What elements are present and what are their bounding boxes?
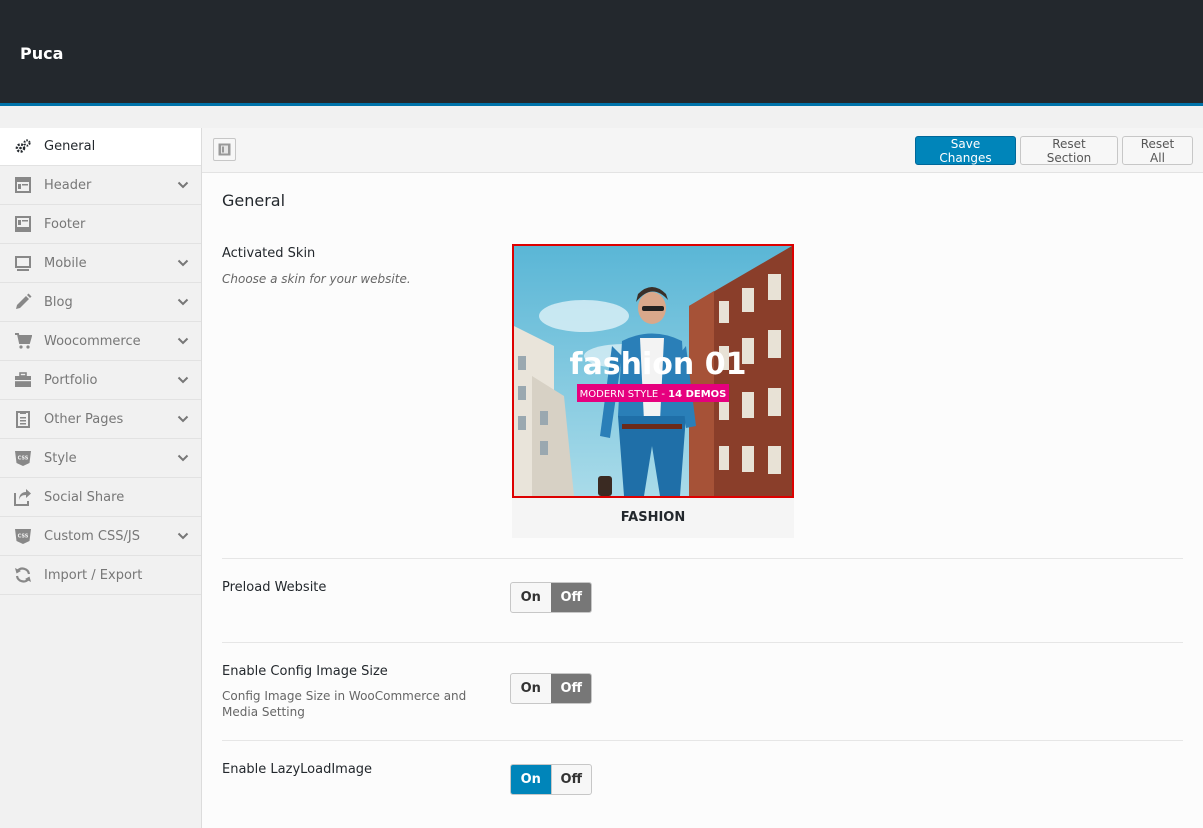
- sidebar: General Header Footer Mobile Blog Woocom…: [0, 128, 202, 828]
- skin-tag: MODERN STYLE - 14 DEMOS: [580, 389, 727, 400]
- config-image-size-description: Config Image Size in WooCommerce and Med…: [222, 689, 467, 719]
- svg-text:CSS: CSS: [18, 456, 29, 462]
- css-icon: CSS: [14, 449, 32, 467]
- css-icon: CSS: [14, 527, 32, 545]
- main-panel: Save Changes Reset Section Reset All Gen…: [202, 128, 1203, 828]
- save-button[interactable]: Save Changes: [915, 136, 1016, 165]
- sidebar-item-woocommerce[interactable]: Woocommerce: [0, 322, 201, 361]
- monitor-icon: [14, 254, 32, 272]
- skin-tag-bold: 14 DEMOS: [668, 389, 726, 400]
- activated-skin-description: Choose a skin for your website.: [222, 272, 411, 286]
- sidebar-item-label: Social Share: [44, 489, 125, 505]
- sidebar-item-portfolio[interactable]: Portfolio: [0, 361, 201, 400]
- clipboard-icon: [14, 410, 32, 428]
- divider: [222, 642, 1183, 643]
- skin-tag-prefix: MODERN STYLE -: [580, 389, 669, 400]
- share-icon: [14, 488, 32, 506]
- sidebar-item-label: Portfolio: [44, 372, 98, 388]
- sidebar-item-label: Header: [44, 177, 92, 193]
- sidebar-item-label: Import / Export: [44, 567, 143, 583]
- sidebar-item-label: Custom CSS/JS: [44, 528, 140, 544]
- divider: [222, 740, 1183, 741]
- pencil-icon: [14, 293, 32, 311]
- chevron-down-icon[interactable]: [177, 296, 189, 308]
- config-image-size-title: Enable Config Image Size: [222, 664, 388, 679]
- chevron-down-icon[interactable]: [177, 374, 189, 386]
- sidebar-item-label: Style: [44, 450, 77, 466]
- expand-options-button[interactable]: [213, 138, 236, 161]
- switch-on-option[interactable]: On: [511, 583, 551, 612]
- skin-preview-image[interactable]: fashion 01 MODERN STYLE - 14 DEMOS: [512, 244, 794, 498]
- svg-text:CSS: CSS: [18, 534, 29, 540]
- sidebar-item-general[interactable]: General: [0, 128, 201, 166]
- chevron-down-icon[interactable]: [177, 413, 189, 425]
- sidebar-item-label: Footer: [44, 216, 86, 232]
- gears-icon: [14, 138, 32, 156]
- chevron-down-icon[interactable]: [177, 530, 189, 542]
- chevron-down-icon[interactable]: [177, 179, 189, 191]
- skin-option[interactable]: fashion 01 MODERN STYLE - 14 DEMOS FASHI…: [512, 244, 794, 538]
- skin-headline: fashion 01: [570, 347, 747, 382]
- preload-website-switch[interactable]: On Off: [510, 582, 592, 613]
- briefcase-icon: [14, 371, 32, 389]
- refresh-icon: [14, 566, 32, 584]
- brand-title: Puca: [20, 44, 64, 63]
- divider: [222, 558, 1183, 559]
- preload-website-title: Preload Website: [222, 580, 327, 595]
- toolbar: Save Changes Reset Section Reset All: [202, 128, 1203, 173]
- section-title: General: [222, 191, 286, 210]
- reset-all-button[interactable]: Reset All: [1122, 136, 1193, 165]
- switch-on-option[interactable]: On: [511, 674, 551, 703]
- top-bar-accent-stripe: [0, 103, 1203, 106]
- sidebar-item-label: General: [44, 139, 96, 154]
- sidebar-item-mobile[interactable]: Mobile: [0, 244, 201, 283]
- activated-skin-title: Activated Skin: [222, 246, 316, 261]
- sidebar-item-header[interactable]: Header: [0, 166, 201, 205]
- sidebar-item-label: Other Pages: [44, 411, 124, 427]
- sidebar-item-label: Mobile: [44, 255, 87, 271]
- sidebar-item-style[interactable]: CSS Style: [0, 439, 201, 478]
- chevron-down-icon[interactable]: [177, 257, 189, 269]
- top-bar: Puca: [0, 0, 1203, 103]
- skin-name: FASHION: [620, 510, 686, 525]
- lazyload-image-switch[interactable]: On Off: [510, 764, 592, 795]
- reset-section-button[interactable]: Reset Section: [1020, 136, 1118, 165]
- layout-footer-icon: [14, 215, 32, 233]
- sidebar-item-social-share[interactable]: Social Share: [0, 478, 201, 517]
- sidebar-item-footer[interactable]: Footer: [0, 205, 201, 244]
- switch-off-option[interactable]: Off: [551, 674, 591, 703]
- config-image-size-switch[interactable]: On Off: [510, 673, 592, 704]
- sidebar-item-other-pages[interactable]: Other Pages: [0, 400, 201, 439]
- expand-icon: [218, 143, 231, 156]
- sidebar-item-label: Blog: [44, 294, 73, 310]
- sidebar-item-blog[interactable]: Blog: [0, 283, 201, 322]
- chevron-down-icon[interactable]: [177, 452, 189, 464]
- cart-icon: [14, 332, 32, 350]
- sidebar-item-import-export[interactable]: Import / Export: [0, 556, 201, 595]
- switch-on-option[interactable]: On: [511, 765, 551, 794]
- chevron-down-icon[interactable]: [177, 335, 189, 347]
- switch-off-option[interactable]: Off: [551, 765, 591, 794]
- sidebar-item-label: Woocommerce: [44, 333, 141, 349]
- sidebar-item-custom-css-js[interactable]: CSS Custom CSS/JS: [0, 517, 201, 556]
- lazyload-image-title: Enable LazyLoadImage: [222, 762, 373, 777]
- switch-off-option[interactable]: Off: [551, 583, 591, 612]
- layout-header-icon: [14, 176, 32, 194]
